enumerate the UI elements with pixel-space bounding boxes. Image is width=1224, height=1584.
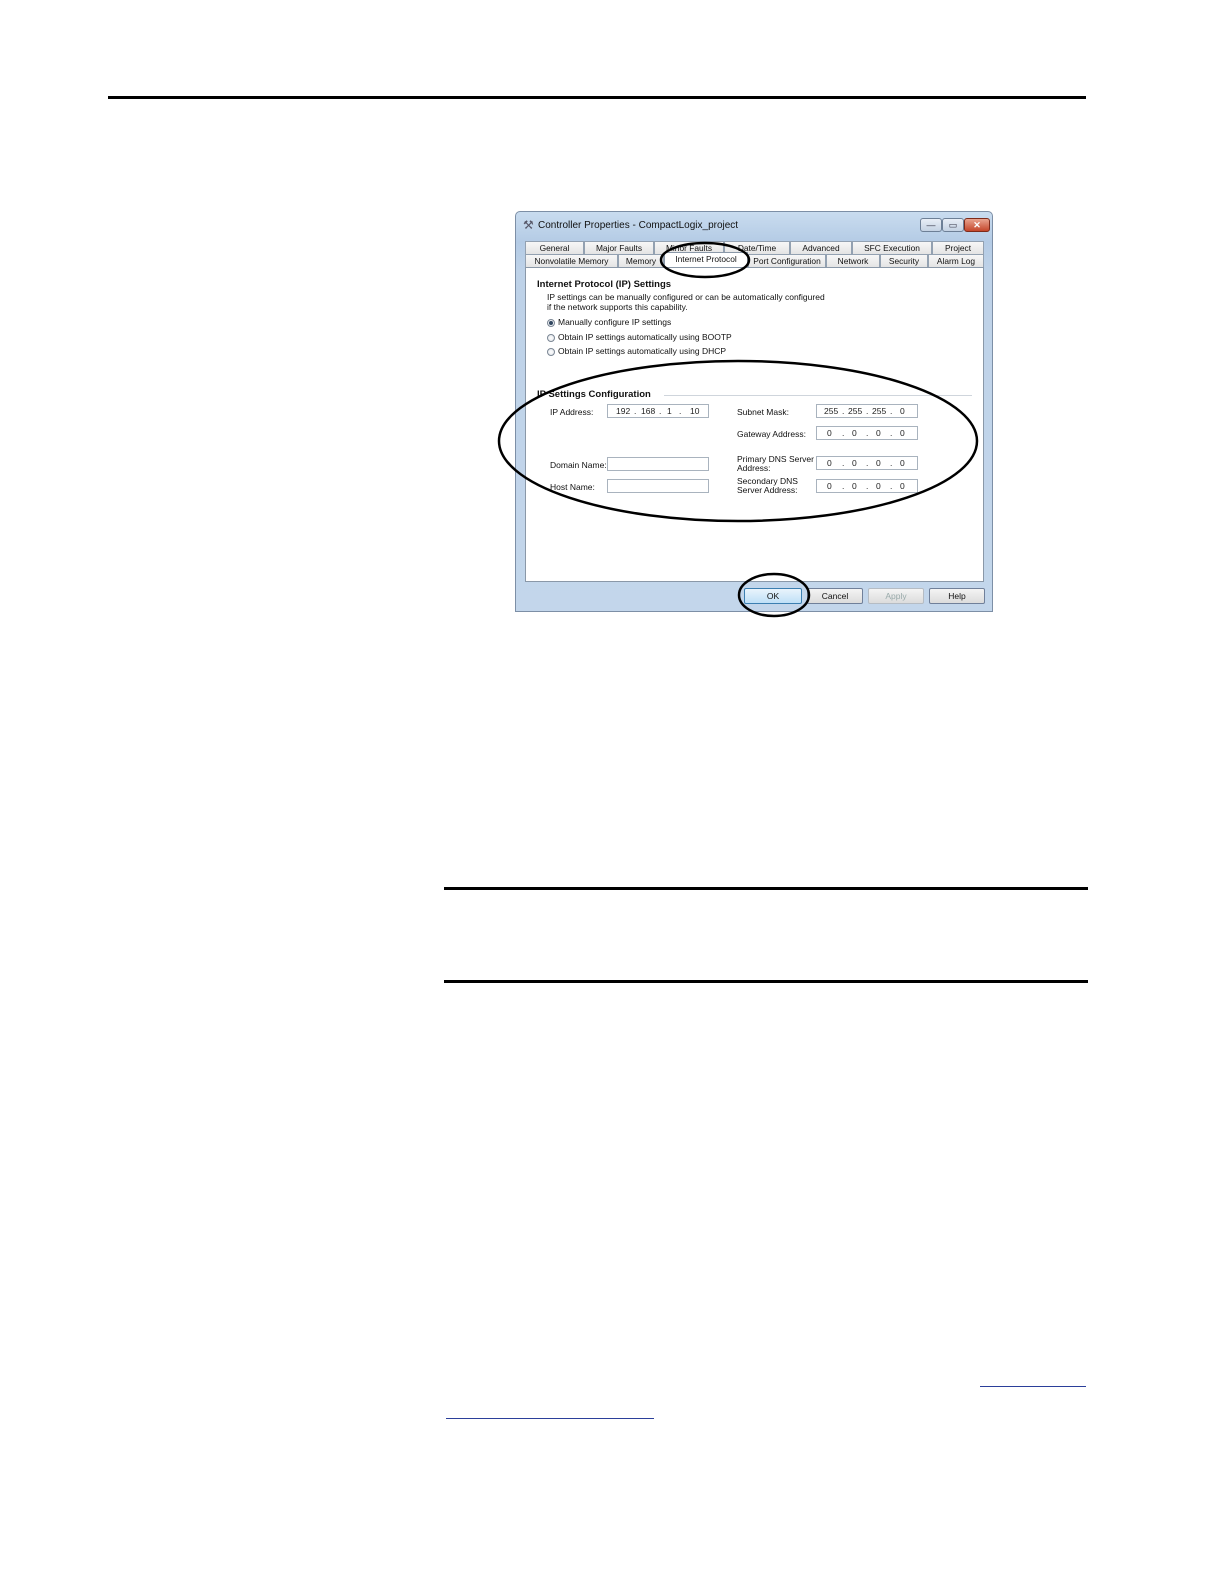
primary-dns-label-2: Address: [737,463,771,473]
tab-alarm-log[interactable]: Alarm Log [928,254,984,267]
help-button[interactable]: Help [929,588,985,604]
tab-major-faults[interactable]: Major Faults [584,241,654,254]
tab-memory[interactable]: Memory [618,254,664,267]
primary-dns-field[interactable]: 0. 0. 0. 0 [816,456,918,470]
ip-settings-description-2: if the network supports this capability. [547,302,688,312]
apply-button[interactable]: Apply [868,588,924,604]
tab-general[interactable]: General [525,241,584,254]
note-bottom-rule [444,980,1088,983]
ip-address-label: IP Address: [550,407,594,417]
maximize-button[interactable]: ▭ [942,218,964,232]
subnet-mask-label: Subnet Mask: [737,407,789,417]
radio-bootp-label: Obtain IP settings automatically using B… [558,332,732,342]
tab-security[interactable]: Security [880,254,928,267]
internet-protocol-panel: Internet Protocol (IP) Settings IP setti… [525,267,984,582]
tab-sfc-execution[interactable]: SFC Execution [852,241,932,254]
window-title: Controller Properties - CompactLogix_pro… [538,220,739,231]
ip-config-heading: IP Settings Configuration [537,389,651,400]
gateway-label: Gateway Address: [737,429,806,439]
domain-name-label: Domain Name: [550,460,607,470]
title-bar[interactable]: ⚒ Controller Properties - CompactLogix_p… [516,212,992,238]
close-button[interactable]: ✕ [964,218,990,232]
radio-manual-ip-label: Manually configure IP settings [558,317,672,327]
tab-project[interactable]: Project [932,241,984,254]
wrench-icon: ⚒ [523,218,534,232]
tab-network[interactable]: Network [826,254,880,267]
group-divider [664,395,972,396]
secondary-dns-field[interactable]: 0. 0. 0. 0 [816,479,918,493]
radio-bootp[interactable] [547,334,555,342]
radio-dhcp[interactable] [547,348,555,356]
radio-manual-ip[interactable] [547,319,555,327]
hyperlink-underline-2[interactable] [446,1418,654,1419]
ip-address-field[interactable]: 192. 168. 1. 10 [607,404,709,418]
controller-properties-dialog: ⚒ Controller Properties - CompactLogix_p… [515,211,993,612]
subnet-mask-field[interactable]: 255. 255. 255. 0 [816,404,918,418]
radio-dhcp-label: Obtain IP settings automatically using D… [558,346,727,356]
note-top-rule [444,887,1088,890]
cancel-button[interactable]: Cancel [807,588,863,604]
host-name-input[interactable] [607,479,709,493]
minimize-button[interactable]: — [920,218,942,232]
hyperlink-underline[interactable] [980,1386,1086,1387]
gateway-field[interactable]: 0. 0. 0. 0 [816,426,918,440]
tab-port-configuration[interactable]: Port Configuration [748,254,826,267]
host-name-label: Host Name: [550,482,595,492]
ip-settings-heading: Internet Protocol (IP) Settings [537,279,672,290]
ok-button[interactable]: OK [744,588,802,604]
page-header-rule [108,96,1086,99]
secondary-dns-label-2: Server Address: [737,485,798,495]
tab-internet-protocol[interactable]: Internet Protocol [664,252,748,267]
tab-advanced[interactable]: Advanced [790,241,852,254]
tab-nonvolatile-memory[interactable]: Nonvolatile Memory [525,254,618,267]
ip-settings-description: IP settings can be manually configured o… [547,292,825,302]
domain-name-input[interactable] [607,457,709,471]
